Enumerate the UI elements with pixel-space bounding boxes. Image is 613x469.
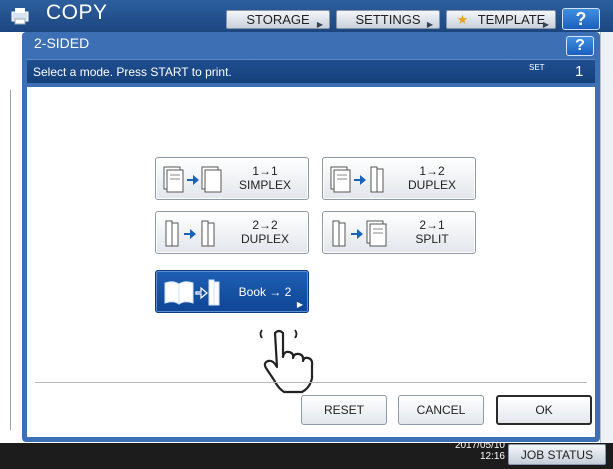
mode-book-duplex-button[interactable]: Book → 2 ▶ — [155, 270, 309, 313]
mode-duplex-duplex-button[interactable]: 2→2 DUPLEX — [155, 211, 309, 254]
dialog-help-button[interactable]: ? — [566, 36, 594, 56]
mode-line2: DUPLEX — [407, 178, 457, 192]
message-bar: Select a mode. Press START to print. SET… — [27, 59, 595, 83]
tab-settings-label: SETTINGS — [355, 12, 421, 27]
star-icon: ★ — [456, 12, 469, 27]
tab-storage[interactable]: STORAGE ▶ — [226, 10, 330, 29]
mode-label: Book → 2 — [224, 285, 306, 299]
simplex-to-duplex-icon — [330, 166, 384, 193]
duplex-to-duplex-icon — [165, 220, 215, 247]
left-edge — [0, 90, 11, 430]
help-button[interactable]: ? — [562, 8, 600, 30]
mode-label: 2→1 SPLIT — [391, 218, 473, 246]
simplex-to-simplex-icon — [163, 166, 222, 193]
ok-label: OK — [535, 403, 553, 417]
mode-simplex-duplex-button[interactable]: 1→2 DUPLEX — [322, 157, 476, 200]
divider — [35, 382, 587, 383]
mode-label: 1→2 DUPLEX — [391, 164, 473, 192]
mode-line1: 1→2 — [419, 164, 445, 178]
mode-panel: 1→1 SIMPLEX 1→2 DUPLEX 2→2 DUPLEX 2→1 SP… — [27, 87, 595, 437]
mode-line1: 2→1 — [419, 218, 445, 232]
submenu-arrow-icon: ▶ — [296, 300, 303, 309]
mode-line1: 1→1 — [252, 164, 278, 178]
mode-simplex-simplex-button[interactable]: 1→1 SIMPLEX — [155, 157, 309, 200]
mode-label: 2→2 DUPLEX — [224, 218, 306, 246]
cancel-button[interactable]: CANCEL — [398, 395, 484, 425]
tab-template[interactable]: ★ TEMPLATE ▶ — [446, 10, 556, 29]
mode-split-button[interactable]: 2→1 SPLIT — [322, 211, 476, 254]
tab-settings[interactable]: SETTINGS ▶ — [336, 10, 440, 29]
dialog-title-bar: 2-SIDED ? — [22, 32, 600, 56]
copy-title: COPY — [46, 1, 108, 24]
datetime: 2017/05/10 12:16 — [405, 440, 505, 462]
mode-label: 1→1 SIMPLEX — [224, 164, 306, 192]
job-status-label: JOB STATUS — [520, 448, 594, 462]
tab-template-label: TEMPLATE — [477, 12, 546, 27]
two-sided-dialog: 2-SIDED ? Select a mode. Press START to … — [22, 32, 600, 442]
cancel-label: CANCEL — [416, 403, 466, 417]
mode-line2: SPLIT — [415, 232, 449, 246]
job-status-button[interactable]: JOB STATUS — [508, 444, 606, 465]
reset-button[interactable]: RESET — [301, 395, 387, 425]
pointing-hand-icon — [259, 329, 314, 394]
right-background — [600, 32, 613, 469]
reset-label: RESET — [323, 403, 364, 417]
mode-line2: SIMPLEX — [238, 178, 292, 192]
time-text: 12:16 — [479, 451, 505, 462]
book-to-duplex-icon — [164, 279, 220, 306]
mode-line1: Book → 2 — [238, 285, 292, 299]
dialog-title: 2-SIDED — [34, 35, 90, 51]
duplex-to-simplex-icon — [332, 220, 387, 247]
set-label: SET — [529, 63, 545, 72]
copy-icon — [11, 8, 29, 25]
message-text: Select a mode. Press START to print. — [33, 65, 232, 79]
ok-button[interactable]: OK — [496, 395, 592, 425]
set-count: 1 — [575, 63, 584, 80]
mode-line2: DUPLEX — [240, 232, 290, 246]
mode-line1: 2→2 — [252, 218, 278, 232]
tab-storage-label: STORAGE — [246, 12, 310, 27]
